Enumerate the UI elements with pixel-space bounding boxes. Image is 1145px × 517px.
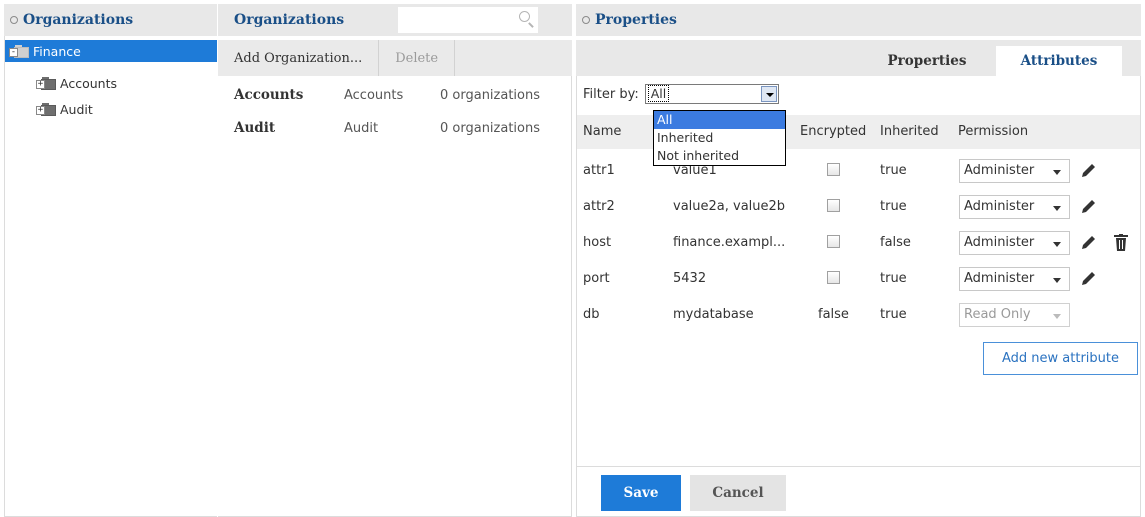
- permission-value: Administer: [964, 199, 1035, 214]
- attr-inherited: true: [880, 163, 907, 178]
- filter-select[interactable]: All: [644, 84, 779, 104]
- attr-name: attr1: [583, 163, 615, 178]
- save-button[interactable]: Save: [601, 475, 681, 511]
- edit-icon[interactable]: [1079, 270, 1097, 288]
- org-name: Accounts: [234, 87, 304, 103]
- properties-header: Properties: [576, 4, 1141, 36]
- search-icon[interactable]: [519, 11, 530, 22]
- attr-value: 5432: [673, 271, 707, 286]
- properties-tabs: Properties Attributes: [576, 40, 1141, 76]
- permission-value: Administer: [964, 163, 1035, 178]
- tree-item-accounts[interactable]: + Accounts: [36, 72, 117, 94]
- filter-dropdown-menu: All Inherited Not inherited: [653, 110, 786, 166]
- list-panel-title: Organizations: [234, 12, 345, 28]
- permission-value: Administer: [964, 271, 1035, 286]
- permission-select[interactable]: Administer: [959, 267, 1070, 291]
- organizations-list-header: Organizations: [218, 4, 572, 36]
- folder-expand-icon[interactable]: +: [36, 102, 56, 116]
- permission-select[interactable]: Administer: [959, 159, 1070, 183]
- organizations-toolbar: Add Organization... Delete: [218, 40, 572, 76]
- add-new-attribute-button[interactable]: Add new attribute: [983, 342, 1138, 375]
- org-count: 0 organizations: [440, 87, 541, 103]
- chevron-down-icon: [1053, 206, 1061, 211]
- tab-properties[interactable]: Properties: [872, 46, 982, 76]
- encrypted-checkbox[interactable]: [827, 235, 840, 248]
- chevron-down-icon: [1053, 314, 1061, 319]
- delete-button[interactable]: Delete: [379, 40, 456, 76]
- collapse-icon[interactable]: [582, 16, 590, 24]
- filter-label: Filter by:: [583, 86, 639, 102]
- collapse-icon[interactable]: [10, 16, 18, 24]
- add-organization-button[interactable]: Add Organization...: [218, 40, 380, 76]
- filter-option-inherited[interactable]: Inherited: [654, 129, 785, 147]
- attr-inherited: true: [880, 271, 907, 286]
- table-row: host finance.exampl... false Administer: [577, 223, 1140, 263]
- chevron-down-icon: [1053, 170, 1061, 175]
- table-row: attr2 value2a, value2b true Administer: [577, 187, 1140, 227]
- tree-panel-title: Organizations: [23, 12, 134, 28]
- org-description: Accounts: [344, 87, 404, 103]
- folder-expand-icon[interactable]: +: [36, 76, 56, 90]
- attr-name: db: [583, 307, 600, 322]
- tree-item-label: Accounts: [60, 75, 117, 91]
- trash-icon[interactable]: [1114, 234, 1128, 251]
- tree-item-label: Audit: [60, 101, 93, 117]
- encrypted-checkbox[interactable]: [827, 199, 840, 212]
- attr-name: attr2: [583, 199, 615, 214]
- permission-select[interactable]: Administer: [959, 231, 1070, 255]
- attr-value: mydatabase: [673, 307, 754, 322]
- chevron-down-icon: [1053, 278, 1061, 283]
- attr-inherited: true: [880, 307, 907, 322]
- permission-value: Read Only: [964, 307, 1031, 322]
- column-permission: Permission: [958, 124, 1029, 139]
- attr-value: value2a, value2b: [673, 199, 786, 214]
- attr-inherited: false: [880, 235, 911, 250]
- column-encrypted: Encrypted: [800, 124, 867, 139]
- chevron-down-icon[interactable]: [760, 86, 777, 102]
- permission-value: Administer: [964, 235, 1035, 250]
- chevron-down-icon: [1053, 242, 1061, 247]
- filter-row: Filter by: All: [583, 84, 779, 104]
- organizations-list: Accounts Accounts 0 organizations Audit …: [218, 76, 572, 517]
- list-item[interactable]: Audit Audit 0 organizations: [218, 111, 572, 145]
- encrypted-checkbox[interactable]: [827, 163, 840, 176]
- encrypted-checkbox[interactable]: [827, 271, 840, 284]
- tree-item-finance[interactable]: - Finance: [5, 40, 217, 62]
- permission-select[interactable]: Administer: [959, 195, 1070, 219]
- tree-item-audit[interactable]: + Audit: [36, 98, 93, 120]
- tab-attributes[interactable]: Attributes: [996, 46, 1122, 76]
- tree-item-label: Finance: [33, 43, 81, 59]
- edit-icon[interactable]: [1079, 162, 1097, 180]
- org-name: Audit: [234, 120, 276, 136]
- column-name: Name: [583, 124, 622, 139]
- search-input[interactable]: [398, 7, 538, 33]
- filter-selected-value: All: [647, 85, 670, 102]
- folder-collapse-icon[interactable]: -: [9, 44, 29, 58]
- attr-encrypted: false: [818, 307, 849, 322]
- attr-value: finance.exampl...: [673, 235, 786, 250]
- filter-option-not-inherited[interactable]: Not inherited: [654, 147, 785, 165]
- organizations-tree-header: Organizations: [4, 4, 217, 36]
- list-item[interactable]: Accounts Accounts 0 organizations: [218, 78, 572, 112]
- attr-name: host: [583, 235, 612, 250]
- attr-name: port: [583, 271, 610, 286]
- properties-title: Properties: [595, 12, 677, 28]
- cancel-button[interactable]: Cancel: [690, 475, 786, 511]
- column-inherited: Inherited: [880, 124, 939, 139]
- org-count: 0 organizations: [440, 120, 541, 136]
- filter-option-all[interactable]: All: [654, 111, 785, 129]
- edit-icon[interactable]: [1079, 234, 1097, 252]
- table-row: db mydatabase false true Read Only: [577, 295, 1140, 335]
- permission-select-readonly: Read Only: [959, 303, 1070, 327]
- table-row: port 5432 true Administer: [577, 259, 1140, 299]
- org-description: Audit: [344, 120, 379, 136]
- attr-inherited: true: [880, 199, 907, 214]
- edit-icon[interactable]: [1079, 198, 1097, 216]
